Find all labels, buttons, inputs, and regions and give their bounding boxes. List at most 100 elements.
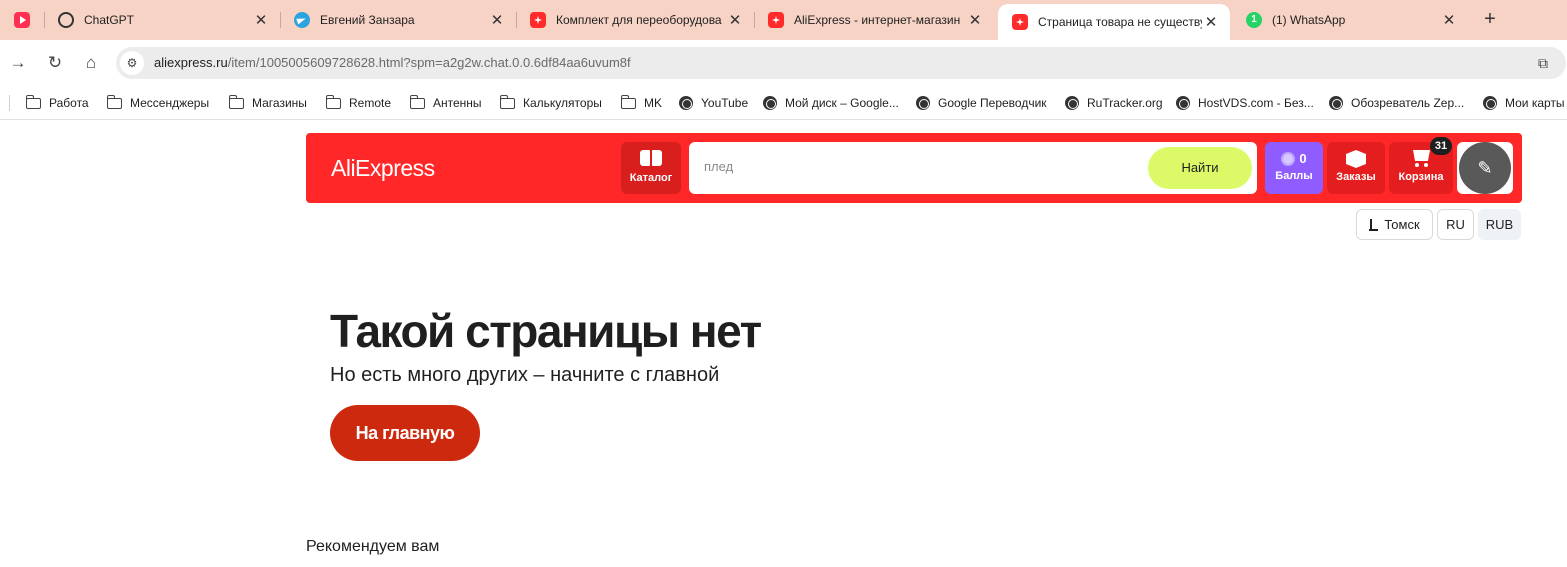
city-label: Томск <box>1384 217 1420 232</box>
points-button[interactable]: 0 Баллы <box>1265 142 1323 194</box>
tab-aliexpress-kit[interactable]: Комплект для переоборудова ✕ <box>516 0 754 40</box>
globe-icon <box>1065 96 1079 110</box>
search-button[interactable]: Найти <box>1148 147 1252 189</box>
bookmark-label: Мои карты <box>1505 96 1565 110</box>
close-icon[interactable]: ✕ <box>1440 11 1458 29</box>
aliexpress-icon <box>1012 14 1028 30</box>
bookmark-link[interactable]: RuTracker.org <box>1065 92 1163 114</box>
tab-telegram[interactable]: Евгений Занзара ✕ <box>280 0 516 40</box>
url-host: aliexpress.ru <box>154 55 228 70</box>
bookmark-link[interactable]: Google Переводчик <box>916 92 1047 114</box>
close-icon[interactable]: ✕ <box>966 11 984 29</box>
bookmark-folder[interactable]: Remote <box>325 92 392 114</box>
aliexpress-logo[interactable]: AliExpress <box>331 155 435 182</box>
whatsapp-icon: 1 <box>1246 12 1262 28</box>
bookmark-label: Антенны <box>433 96 482 110</box>
bookmark-folder[interactable]: Магазины <box>228 92 307 114</box>
site-header: AliExpress Каталог Найти 0 Баллы Заказы … <box>306 133 1522 203</box>
city-selector[interactable]: Томск <box>1356 209 1433 240</box>
tab-active-page[interactable]: Страница товара не существу ✕ <box>998 4 1230 40</box>
bookmark-folder[interactable]: Антенны <box>409 92 482 114</box>
tab-strip: ChatGPT ✕ Евгений Занзара ✕ Комплект для… <box>0 0 1567 40</box>
tab-chatgpt[interactable]: ChatGPT ✕ <box>44 0 280 40</box>
tab-youtube[interactable] <box>0 0 44 40</box>
globe-icon <box>1483 96 1497 110</box>
tab-label: (1) WhatsApp <box>1272 13 1346 27</box>
tab-whatsapp[interactable]: 1 (1) WhatsApp ✕ <box>1232 0 1468 40</box>
go-home-button[interactable]: На главную <box>330 405 480 461</box>
bookmark-folder[interactable]: MK <box>620 92 662 114</box>
bookmark-label: HostVDS.com - Без... <box>1198 96 1314 110</box>
box-icon <box>1346 150 1366 168</box>
folder-icon <box>25 94 41 109</box>
bookmarks-bar: Работа Мессенджеры Магазины Remote Антен… <box>0 86 1567 120</box>
orders-button[interactable]: Заказы <box>1327 142 1385 194</box>
tab-label: Комплект для переоборудова <box>556 13 722 27</box>
language-selector[interactable]: RU <box>1437 209 1474 240</box>
bookmark-label: Работа <box>49 96 89 110</box>
search-input[interactable] <box>704 159 1134 174</box>
reload-icon[interactable]: ↻ <box>43 51 67 75</box>
tab-label: ChatGPT <box>84 13 135 27</box>
points-count: 0 <box>1299 151 1307 166</box>
location-pin-icon <box>1369 218 1379 231</box>
bookmark-label: Магазины <box>252 96 307 110</box>
bookmark-label: Мой диск – Google... <box>785 96 899 110</box>
folder-icon <box>499 94 515 109</box>
close-icon[interactable]: ✕ <box>488 11 506 29</box>
bookmark-label: Обозреватель Zep... <box>1351 96 1465 110</box>
folder-icon <box>106 94 122 109</box>
bookmark-folder[interactable]: Калькуляторы <box>499 92 602 114</box>
bookmark-label: Мессенджеры <box>130 96 210 110</box>
bookmark-folder[interactable]: Работа <box>25 92 89 114</box>
pencil-icon: ✎ <box>1459 142 1511 194</box>
cart-count-badge: 31 <box>1430 137 1452 155</box>
bookmark-link[interactable]: Мой диск – Google... <box>763 92 899 114</box>
telegram-icon <box>294 12 310 28</box>
bookmark-link[interactable]: HostVDS.com - Без... <box>1176 92 1314 114</box>
folder-icon <box>325 94 341 109</box>
bookmark-folder[interactable]: Мессенджеры <box>106 92 210 114</box>
install-app-icon[interactable]: ⧉ <box>1534 54 1552 72</box>
address-bar[interactable]: ⚙ aliexpress.ru/item/1005005609728628.ht… <box>116 47 1566 79</box>
url-text[interactable]: aliexpress.ru/item/1005005609728628.html… <box>154 55 631 70</box>
page-subtitle: Но есть много других – начните с главной <box>330 364 720 386</box>
close-icon[interactable]: ✕ <box>726 11 744 29</box>
folder-icon <box>228 94 244 109</box>
url-path: /item/1005005609728628.html?spm=a2g2w.ch… <box>227 55 631 70</box>
bookmark-label: Remote <box>349 96 392 110</box>
globe-icon <box>1176 96 1190 110</box>
catalog-button[interactable]: Каталог <box>621 142 681 194</box>
bookmark-label: RuTracker.org <box>1087 96 1163 110</box>
bookmarks-divider <box>9 95 10 111</box>
site-settings-icon[interactable]: ⚙ <box>120 51 144 75</box>
bookmark-label: Google Переводчик <box>938 96 1047 110</box>
tab-label: Страница товара не существу <box>1038 15 1202 29</box>
catalog-label: Каталог <box>629 172 673 184</box>
book-icon <box>640 150 662 168</box>
avatar[interactable]: ✎ <box>1457 142 1513 194</box>
close-icon[interactable]: ✕ <box>252 11 270 29</box>
forward-icon[interactable]: → <box>6 51 30 75</box>
tab-label: Евгений Занзара <box>320 13 415 27</box>
search-box: Найти <box>689 142 1257 194</box>
home-icon[interactable]: ⌂ <box>79 51 103 75</box>
chatgpt-icon <box>58 12 74 28</box>
new-tab-button[interactable]: + <box>1478 8 1502 32</box>
page-title: Такой страницы нет <box>330 305 762 357</box>
bookmark-link[interactable]: Обозреватель Zep... <box>1329 92 1464 114</box>
folder-icon <box>409 94 425 109</box>
cart-icon <box>1410 150 1432 168</box>
tab-aliexpress-home[interactable]: AliExpress - интернет-магазин ✕ <box>754 0 994 40</box>
globe-icon <box>916 96 930 110</box>
tab-label: AliExpress - интернет-магазин <box>794 13 961 27</box>
bookmark-link[interactable]: YouTube <box>679 92 748 114</box>
bookmark-link[interactable]: Мои карты <box>1483 92 1565 114</box>
folder-icon <box>620 94 636 109</box>
currency-selector[interactable]: RUB <box>1478 209 1521 240</box>
recommendations-heading: Рекомендуем вам <box>306 538 440 555</box>
close-icon[interactable]: ✕ <box>1202 13 1220 31</box>
browser-toolbar: → ↻ ⌂ ⚙ aliexpress.ru/item/1005005609728… <box>0 40 1567 86</box>
bookmark-label: MK <box>644 96 662 110</box>
bookmark-label: Калькуляторы <box>523 96 602 110</box>
